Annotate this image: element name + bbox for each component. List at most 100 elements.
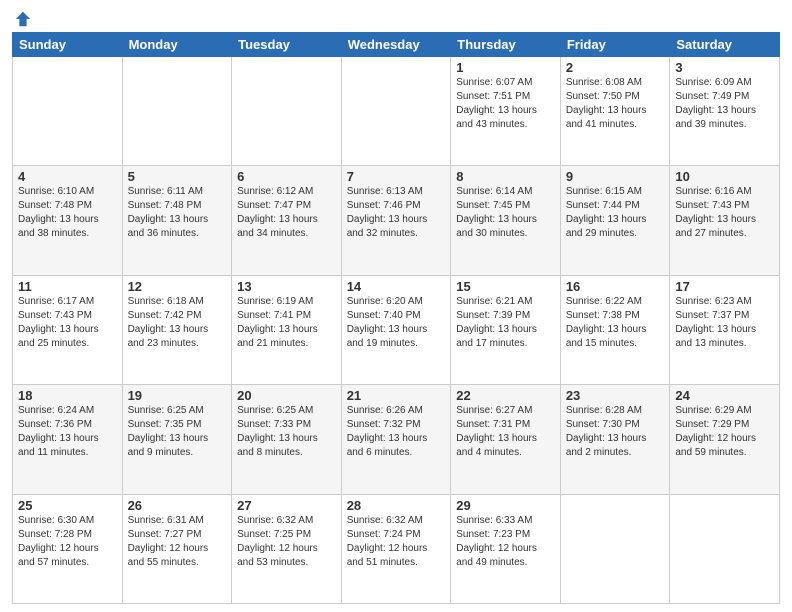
calendar-week-3: 11Sunrise: 6:17 AM Sunset: 7:43 PM Dayli… bbox=[13, 275, 780, 384]
day-number: 8 bbox=[456, 169, 555, 184]
calendar-cell bbox=[560, 494, 670, 603]
day-number: 6 bbox=[237, 169, 336, 184]
day-info: Sunrise: 6:30 AM Sunset: 7:28 PM Dayligh… bbox=[18, 514, 117, 570]
day-info: Sunrise: 6:32 AM Sunset: 7:25 PM Dayligh… bbox=[237, 514, 336, 570]
day-info: Sunrise: 6:25 AM Sunset: 7:33 PM Dayligh… bbox=[237, 404, 336, 460]
calendar-cell: 18Sunrise: 6:24 AM Sunset: 7:36 PM Dayli… bbox=[13, 385, 123, 494]
day-number: 24 bbox=[675, 388, 774, 403]
calendar-cell: 20Sunrise: 6:25 AM Sunset: 7:33 PM Dayli… bbox=[232, 385, 342, 494]
calendar-cell: 10Sunrise: 6:16 AM Sunset: 7:43 PM Dayli… bbox=[670, 166, 780, 275]
day-number: 21 bbox=[347, 388, 446, 403]
calendar-cell bbox=[341, 57, 451, 166]
day-number: 7 bbox=[347, 169, 446, 184]
day-number: 28 bbox=[347, 498, 446, 513]
calendar-cell: 21Sunrise: 6:26 AM Sunset: 7:32 PM Dayli… bbox=[341, 385, 451, 494]
calendar-cell: 6Sunrise: 6:12 AM Sunset: 7:47 PM Daylig… bbox=[232, 166, 342, 275]
day-info: Sunrise: 6:22 AM Sunset: 7:38 PM Dayligh… bbox=[566, 295, 665, 351]
calendar-header-row: SundayMondayTuesdayWednesdayThursdayFrid… bbox=[13, 33, 780, 57]
calendar-cell: 26Sunrise: 6:31 AM Sunset: 7:27 PM Dayli… bbox=[122, 494, 232, 603]
day-number: 5 bbox=[128, 169, 227, 184]
calendar-cell: 2Sunrise: 6:08 AM Sunset: 7:50 PM Daylig… bbox=[560, 57, 670, 166]
day-number: 22 bbox=[456, 388, 555, 403]
day-number: 10 bbox=[675, 169, 774, 184]
day-number: 16 bbox=[566, 279, 665, 294]
calendar-cell: 22Sunrise: 6:27 AM Sunset: 7:31 PM Dayli… bbox=[451, 385, 561, 494]
day-number: 18 bbox=[18, 388, 117, 403]
calendar-cell: 12Sunrise: 6:18 AM Sunset: 7:42 PM Dayli… bbox=[122, 275, 232, 384]
calendar-cell: 27Sunrise: 6:32 AM Sunset: 7:25 PM Dayli… bbox=[232, 494, 342, 603]
day-info: Sunrise: 6:27 AM Sunset: 7:31 PM Dayligh… bbox=[456, 404, 555, 460]
calendar-header-monday: Monday bbox=[122, 33, 232, 57]
day-number: 29 bbox=[456, 498, 555, 513]
day-info: Sunrise: 6:33 AM Sunset: 7:23 PM Dayligh… bbox=[456, 514, 555, 570]
calendar-cell: 1Sunrise: 6:07 AM Sunset: 7:51 PM Daylig… bbox=[451, 57, 561, 166]
calendar-cell bbox=[13, 57, 123, 166]
day-info: Sunrise: 6:32 AM Sunset: 7:24 PM Dayligh… bbox=[347, 514, 446, 570]
day-info: Sunrise: 6:18 AM Sunset: 7:42 PM Dayligh… bbox=[128, 295, 227, 351]
calendar-week-4: 18Sunrise: 6:24 AM Sunset: 7:36 PM Dayli… bbox=[13, 385, 780, 494]
day-info: Sunrise: 6:15 AM Sunset: 7:44 PM Dayligh… bbox=[566, 185, 665, 241]
calendar-cell: 15Sunrise: 6:21 AM Sunset: 7:39 PM Dayli… bbox=[451, 275, 561, 384]
calendar-header-tuesday: Tuesday bbox=[232, 33, 342, 57]
day-number: 11 bbox=[18, 279, 117, 294]
day-number: 13 bbox=[237, 279, 336, 294]
calendar-cell: 8Sunrise: 6:14 AM Sunset: 7:45 PM Daylig… bbox=[451, 166, 561, 275]
calendar-cell: 13Sunrise: 6:19 AM Sunset: 7:41 PM Dayli… bbox=[232, 275, 342, 384]
logo bbox=[12, 10, 32, 28]
calendar-header-sunday: Sunday bbox=[13, 33, 123, 57]
day-info: Sunrise: 6:29 AM Sunset: 7:29 PM Dayligh… bbox=[675, 404, 774, 460]
calendar-header-thursday: Thursday bbox=[451, 33, 561, 57]
day-number: 23 bbox=[566, 388, 665, 403]
day-info: Sunrise: 6:31 AM Sunset: 7:27 PM Dayligh… bbox=[128, 514, 227, 570]
calendar-cell bbox=[122, 57, 232, 166]
calendar-cell: 19Sunrise: 6:25 AM Sunset: 7:35 PM Dayli… bbox=[122, 385, 232, 494]
day-info: Sunrise: 6:28 AM Sunset: 7:30 PM Dayligh… bbox=[566, 404, 665, 460]
day-info: Sunrise: 6:08 AM Sunset: 7:50 PM Dayligh… bbox=[566, 76, 665, 132]
calendar-cell: 5Sunrise: 6:11 AM Sunset: 7:48 PM Daylig… bbox=[122, 166, 232, 275]
page: SundayMondayTuesdayWednesdayThursdayFrid… bbox=[0, 0, 792, 612]
day-number: 9 bbox=[566, 169, 665, 184]
day-info: Sunrise: 6:24 AM Sunset: 7:36 PM Dayligh… bbox=[18, 404, 117, 460]
calendar-header-wednesday: Wednesday bbox=[341, 33, 451, 57]
day-number: 25 bbox=[18, 498, 117, 513]
calendar-cell: 29Sunrise: 6:33 AM Sunset: 7:23 PM Dayli… bbox=[451, 494, 561, 603]
day-number: 4 bbox=[18, 169, 117, 184]
day-info: Sunrise: 6:14 AM Sunset: 7:45 PM Dayligh… bbox=[456, 185, 555, 241]
day-number: 20 bbox=[237, 388, 336, 403]
day-info: Sunrise: 6:19 AM Sunset: 7:41 PM Dayligh… bbox=[237, 295, 336, 351]
logo-icon bbox=[14, 10, 32, 28]
day-info: Sunrise: 6:07 AM Sunset: 7:51 PM Dayligh… bbox=[456, 76, 555, 132]
calendar-cell bbox=[670, 494, 780, 603]
calendar-table: SundayMondayTuesdayWednesdayThursdayFrid… bbox=[12, 32, 780, 604]
header bbox=[12, 10, 780, 28]
calendar-cell: 4Sunrise: 6:10 AM Sunset: 7:48 PM Daylig… bbox=[13, 166, 123, 275]
day-info: Sunrise: 6:11 AM Sunset: 7:48 PM Dayligh… bbox=[128, 185, 227, 241]
day-info: Sunrise: 6:21 AM Sunset: 7:39 PM Dayligh… bbox=[456, 295, 555, 351]
day-number: 2 bbox=[566, 60, 665, 75]
day-number: 15 bbox=[456, 279, 555, 294]
calendar-cell: 25Sunrise: 6:30 AM Sunset: 7:28 PM Dayli… bbox=[13, 494, 123, 603]
day-info: Sunrise: 6:25 AM Sunset: 7:35 PM Dayligh… bbox=[128, 404, 227, 460]
calendar-cell: 11Sunrise: 6:17 AM Sunset: 7:43 PM Dayli… bbox=[13, 275, 123, 384]
day-info: Sunrise: 6:09 AM Sunset: 7:49 PM Dayligh… bbox=[675, 76, 774, 132]
day-info: Sunrise: 6:20 AM Sunset: 7:40 PM Dayligh… bbox=[347, 295, 446, 351]
calendar-header-friday: Friday bbox=[560, 33, 670, 57]
day-number: 3 bbox=[675, 60, 774, 75]
day-number: 14 bbox=[347, 279, 446, 294]
day-info: Sunrise: 6:23 AM Sunset: 7:37 PM Dayligh… bbox=[675, 295, 774, 351]
calendar-cell: 28Sunrise: 6:32 AM Sunset: 7:24 PM Dayli… bbox=[341, 494, 451, 603]
day-info: Sunrise: 6:10 AM Sunset: 7:48 PM Dayligh… bbox=[18, 185, 117, 241]
calendar-cell: 9Sunrise: 6:15 AM Sunset: 7:44 PM Daylig… bbox=[560, 166, 670, 275]
day-info: Sunrise: 6:26 AM Sunset: 7:32 PM Dayligh… bbox=[347, 404, 446, 460]
day-number: 1 bbox=[456, 60, 555, 75]
day-number: 26 bbox=[128, 498, 227, 513]
calendar-week-2: 4Sunrise: 6:10 AM Sunset: 7:48 PM Daylig… bbox=[13, 166, 780, 275]
day-number: 17 bbox=[675, 279, 774, 294]
day-info: Sunrise: 6:12 AM Sunset: 7:47 PM Dayligh… bbox=[237, 185, 336, 241]
day-number: 12 bbox=[128, 279, 227, 294]
day-number: 19 bbox=[128, 388, 227, 403]
calendar-cell: 3Sunrise: 6:09 AM Sunset: 7:49 PM Daylig… bbox=[670, 57, 780, 166]
day-info: Sunrise: 6:17 AM Sunset: 7:43 PM Dayligh… bbox=[18, 295, 117, 351]
calendar-cell: 14Sunrise: 6:20 AM Sunset: 7:40 PM Dayli… bbox=[341, 275, 451, 384]
calendar-cell: 23Sunrise: 6:28 AM Sunset: 7:30 PM Dayli… bbox=[560, 385, 670, 494]
